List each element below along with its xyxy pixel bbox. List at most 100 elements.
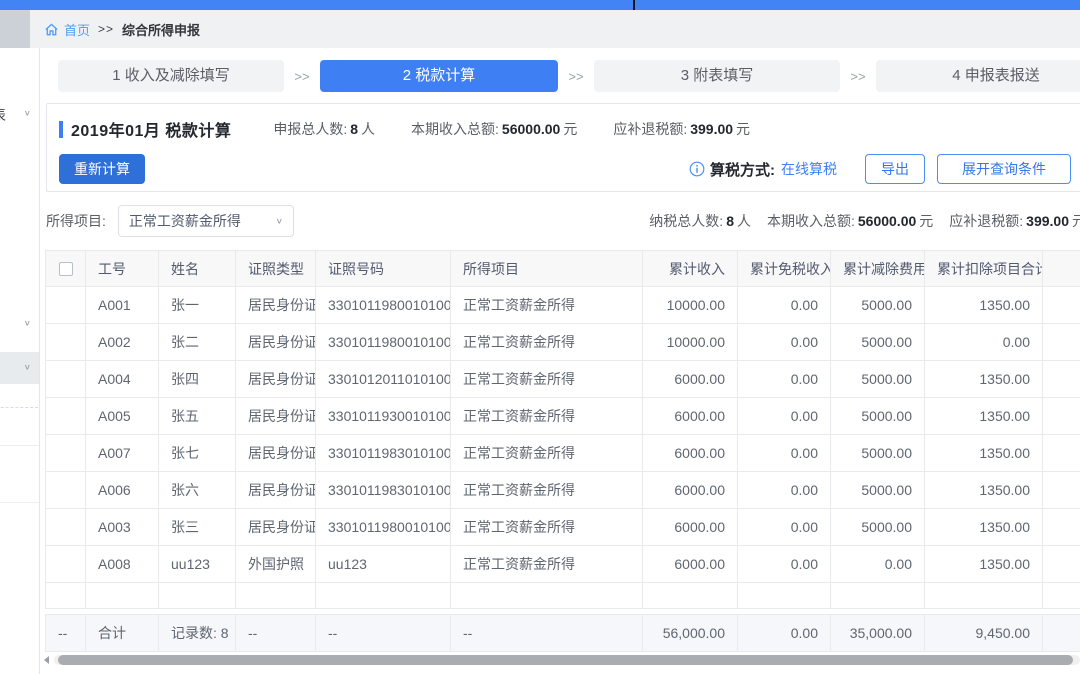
sidebar-item-clipped[interactable]: 表 ∨: [0, 105, 39, 123]
cell: [1043, 287, 1080, 324]
select-value: 正常工资薪金所得: [129, 211, 241, 231]
empty-cell: [451, 583, 643, 609]
cell: 5000.00: [831, 361, 925, 398]
scroll-left-arrow-icon[interactable]: [44, 656, 49, 664]
table-row[interactable]: A007张七居民身份证330101198301010072正常工资薪金所得600…: [46, 435, 1080, 472]
column-header: 证照类型: [236, 251, 316, 287]
page-title: 2019年01月 税款计算: [71, 117, 231, 141]
cell: 正常工资薪金所得: [451, 509, 643, 546]
app-screen: 首页 >> 综合所得申报 表 ∨ ∨ ∨ 1 收入及减除填写 >> 2 税款计算…: [0, 0, 1080, 674]
column-header: 累计免税收入: [738, 251, 831, 287]
column-header: 累计扣除项目合计: [925, 251, 1043, 287]
stat-period-income: 本期收入总额:56000.00元: [767, 211, 933, 231]
cursor-tick: [633, 0, 635, 10]
cell: 5000.00: [831, 509, 925, 546]
cell: 正常工资薪金所得: [451, 324, 643, 361]
stat-declared-persons: 申报总人数:8人: [273, 119, 375, 139]
chevron-down-icon[interactable]: ∨: [24, 319, 31, 328]
cell: 0.00: [738, 398, 831, 435]
expand-query-button[interactable]: 展开查询条件: [937, 154, 1071, 184]
step-2-tax-calculation[interactable]: 2 税款计算: [320, 60, 558, 92]
income-item-select[interactable]: 正常工资薪金所得 ∨: [118, 205, 294, 237]
totals-cell: 合计: [86, 615, 159, 652]
sidebar-corner-block: [0, 10, 30, 48]
cell: 0.00: [831, 546, 925, 583]
cell: A006: [86, 472, 159, 509]
cell: 6000.00: [643, 361, 738, 398]
cell: 330101198301010056: [316, 472, 451, 509]
cell: 张一: [159, 287, 236, 324]
employee-tax-table: 工号姓名证照类型证照号码所得项目累计收入累计免税收入累计减除费用累计扣除项目合计…: [45, 250, 1080, 652]
table-row[interactable]: A008uu123外国护照uu123正常工资薪金所得6000.000.000.0…: [46, 546, 1080, 583]
cell: 0.00: [738, 287, 831, 324]
column-header: 累计准: [1043, 251, 1080, 287]
sidebar-item-label: 表: [0, 105, 6, 125]
row-checkbox-cell: [46, 435, 86, 472]
empty-cell: [738, 583, 831, 609]
cell: 1350.00: [925, 472, 1043, 509]
breadcrumb-current: 综合所得申报: [122, 20, 200, 39]
cell: 330101201101010056: [316, 361, 451, 398]
cell: 6000.00: [643, 472, 738, 509]
cell: 0.00: [738, 361, 831, 398]
cell: [1043, 324, 1080, 361]
cell: 居民身份证: [236, 361, 316, 398]
totals-cell: --: [46, 615, 86, 652]
column-header: 累计收入: [643, 251, 738, 287]
cell: 居民身份证: [236, 287, 316, 324]
sidebar: 表 ∨ ∨ ∨: [0, 48, 40, 674]
totals-cell: [1043, 615, 1080, 652]
table-row[interactable]: A004张四居民身份证330101201101010056正常工资薪金所得600…: [46, 361, 1080, 398]
breadcrumb-home-link[interactable]: 首页: [64, 20, 90, 39]
cell: 居民身份证: [236, 472, 316, 509]
table-row[interactable]: A002张二居民身份证330101198001010038正常工资薪金所得100…: [46, 324, 1080, 361]
tax-mode-label: 算税方式:: [710, 159, 775, 180]
cell: 张二: [159, 324, 236, 361]
cell: 1350.00: [925, 435, 1043, 472]
cell: 外国护照: [236, 546, 316, 583]
step-1-income-deduction[interactable]: 1 收入及减除填写: [58, 60, 284, 92]
totals-row: --合计记录数: 8------56,000.000.0035,000.009,…: [46, 615, 1080, 652]
filter-row: 所得项目: 正常工资薪金所得 ∨ 纳税总人数:8人 本期收入总额:56000.0…: [46, 205, 1080, 237]
cell: 1350.00: [925, 546, 1043, 583]
step-4-submit-return[interactable]: 4 申报表报送: [876, 60, 1080, 92]
cell: 1350.00: [925, 398, 1043, 435]
table-row[interactable]: A006张六居民身份证330101198301010056正常工资薪金所得600…: [46, 472, 1080, 509]
filter-label: 所得项目:: [46, 211, 106, 231]
cell: 330101198301010072: [316, 435, 451, 472]
scrollbar-thumb[interactable]: [58, 655, 1073, 665]
cell: uu123: [159, 546, 236, 583]
table-row[interactable]: A003张三居民身份证330101198001010054正常工资薪金所得600…: [46, 509, 1080, 546]
step-separator: >>: [558, 69, 594, 84]
cell: [1043, 361, 1080, 398]
select-all-checkbox[interactable]: [59, 262, 73, 276]
cell: 居民身份证: [236, 509, 316, 546]
column-header: 证照号码: [316, 251, 451, 287]
tax-mode-value-link[interactable]: 在线算税: [781, 159, 837, 179]
cell: 6000.00: [643, 546, 738, 583]
cell: 0.00: [738, 509, 831, 546]
cell: 0.00: [738, 546, 831, 583]
cell: 5000.00: [831, 398, 925, 435]
table-row[interactable]: A005张五居民身份证330101193001010051正常工资薪金所得600…: [46, 398, 1080, 435]
cell: 正常工资薪金所得: [451, 361, 643, 398]
recalculate-button[interactable]: 重新计算: [59, 154, 145, 184]
column-header: 工号: [86, 251, 159, 287]
column-header: 姓名: [159, 251, 236, 287]
export-button[interactable]: 导出: [865, 154, 925, 184]
horizontal-scrollbar: [40, 654, 1080, 666]
cell: 正常工资薪金所得: [451, 287, 643, 324]
column-header: 所得项目: [451, 251, 643, 287]
sidebar-item-active[interactable]: ∨: [0, 352, 39, 384]
table-row[interactable]: A001张一居民身份证330101198001010011正常工资薪金所得100…: [46, 287, 1080, 324]
sidebar-dashed-divider: [0, 407, 38, 408]
summary-title-row: 2019年01月 税款计算 申报总人数:8人 本期收入总额:56000.00元 …: [59, 117, 1080, 141]
row-checkbox-cell: [46, 361, 86, 398]
cell: 5000.00: [831, 324, 925, 361]
cell: 5000.00: [831, 472, 925, 509]
step-3-schedules[interactable]: 3 附表填写: [594, 60, 840, 92]
cell: 6000.00: [643, 435, 738, 472]
row-checkbox-cell: [46, 509, 86, 546]
empty-cell: [831, 583, 925, 609]
cell: 1350.00: [925, 361, 1043, 398]
